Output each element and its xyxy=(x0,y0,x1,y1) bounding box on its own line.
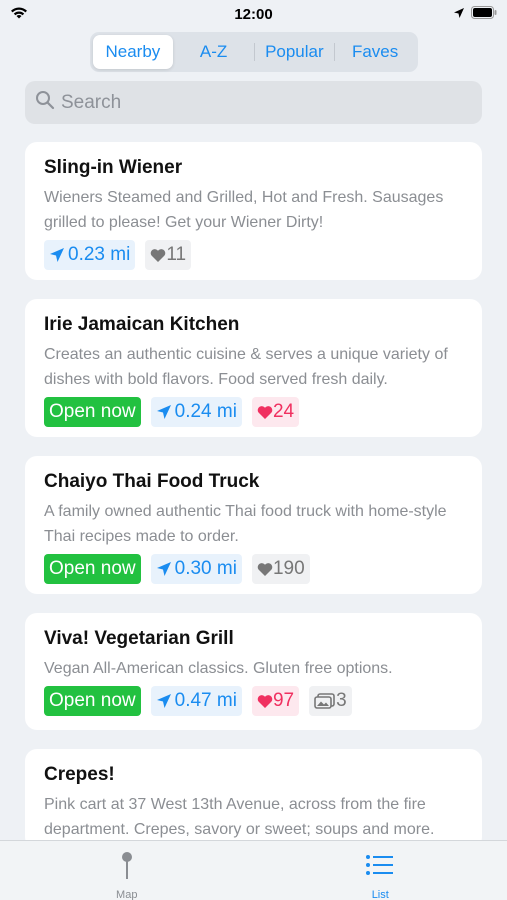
list-icon xyxy=(365,851,395,886)
open-now-badge: Open now xyxy=(44,686,141,716)
faves-badge: 97 xyxy=(251,686,300,716)
search-input[interactable] xyxy=(61,91,441,114)
listing-card[interactable]: Irie Jamaican Kitchen Creates an authent… xyxy=(25,299,482,437)
battery-icon xyxy=(471,6,497,24)
sort-segmented-control: Nearby A-Z Popular Faves xyxy=(90,32,418,72)
listing-badges: 0.23 mi 11 xyxy=(44,240,463,270)
tab-map[interactable]: Map xyxy=(0,841,254,900)
segment-faves[interactable]: Faves xyxy=(335,35,415,69)
listing-name: Irie Jamaican Kitchen xyxy=(44,314,240,335)
status-bar: 12:00 xyxy=(0,0,507,28)
status-time: 12:00 xyxy=(234,5,273,23)
listing-badges: Open now 0.47 mi 97 3 xyxy=(44,686,463,716)
listing-card[interactable]: Chaiyo Thai Food Truck A family owned au… xyxy=(25,456,482,594)
listing-description: Pink cart at 37 West 13th Avenue, across… xyxy=(44,796,435,838)
photos-icon xyxy=(314,693,336,709)
listing-badges: Open now 0.24 mi 24 xyxy=(44,397,463,427)
wifi-icon xyxy=(10,6,28,25)
segment-nearby[interactable]: Nearby xyxy=(93,35,173,69)
segment-a-z[interactable]: A-Z xyxy=(174,35,254,69)
listing-description: Wieners Steamed and Grilled, Hot and Fre… xyxy=(44,189,444,231)
listing-name: Sling-in Wiener xyxy=(44,157,183,178)
listing-description: Vegan All-American classics. Gluten free… xyxy=(44,660,393,677)
distance-badge: 0.24 mi xyxy=(150,397,242,427)
listing-name: Chaiyo Thai Food Truck xyxy=(44,471,260,492)
distance-value: 0.23 mi xyxy=(68,244,131,265)
faves-count: 11 xyxy=(166,244,187,265)
open-now-badge: Open now xyxy=(44,554,141,584)
search-bar[interactable] xyxy=(25,81,482,124)
location-arrow-icon xyxy=(156,693,175,709)
listing-name: Viva! Vegetarian Grill xyxy=(44,628,234,649)
listing-name: Crepes! xyxy=(44,764,115,785)
faves-count: 24 xyxy=(272,401,295,422)
listing-badges: Open now 0.30 mi 190 xyxy=(44,554,463,584)
listing-description: Creates an authentic cuisine & serves a … xyxy=(44,346,448,388)
faves-badge: 11 xyxy=(145,240,192,270)
distance-value: 0.24 mi xyxy=(174,401,237,422)
listing-card[interactable]: Crepes! Pink cart at 37 West 13th Avenue… xyxy=(25,749,482,849)
segment-popular[interactable]: Popular xyxy=(255,35,335,69)
location-arrow-icon xyxy=(156,404,175,420)
distance-badge: 0.23 mi xyxy=(44,240,136,270)
location-arrow-icon xyxy=(49,247,68,263)
heart-icon xyxy=(257,694,273,709)
open-now-badge: Open now xyxy=(44,397,141,427)
distance-value: 0.30 mi xyxy=(174,558,237,579)
faves-count: 97 xyxy=(272,690,295,711)
listing-description: A family owned authentic Thai food truck… xyxy=(44,503,447,545)
search-icon xyxy=(35,90,55,115)
heart-icon xyxy=(150,248,166,263)
faves-badge: 190 xyxy=(251,554,310,584)
tab-label: Map xyxy=(116,889,138,900)
photos-count: 3 xyxy=(336,690,347,711)
distance-badge: 0.47 mi xyxy=(150,686,242,716)
location-arrow-icon xyxy=(156,561,175,577)
heart-icon xyxy=(257,405,273,420)
listing-card[interactable]: Viva! Vegetarian Grill Vegan All-America… xyxy=(25,613,482,730)
map-pin-icon xyxy=(121,851,133,886)
location-arrow-icon xyxy=(453,6,465,24)
faves-badge: 24 xyxy=(251,397,300,427)
listing-card[interactable]: Sling-in Wiener Wieners Steamed and Gril… xyxy=(25,142,482,280)
tab-list[interactable]: List xyxy=(254,841,507,900)
distance-badge: 0.30 mi xyxy=(150,554,242,584)
heart-icon xyxy=(257,562,273,577)
tab-bar: Map List xyxy=(0,840,507,900)
tab-label: List xyxy=(371,889,389,900)
faves-count: 190 xyxy=(272,558,305,579)
photos-badge: 3 xyxy=(309,686,352,716)
distance-value: 0.47 mi xyxy=(174,690,237,711)
